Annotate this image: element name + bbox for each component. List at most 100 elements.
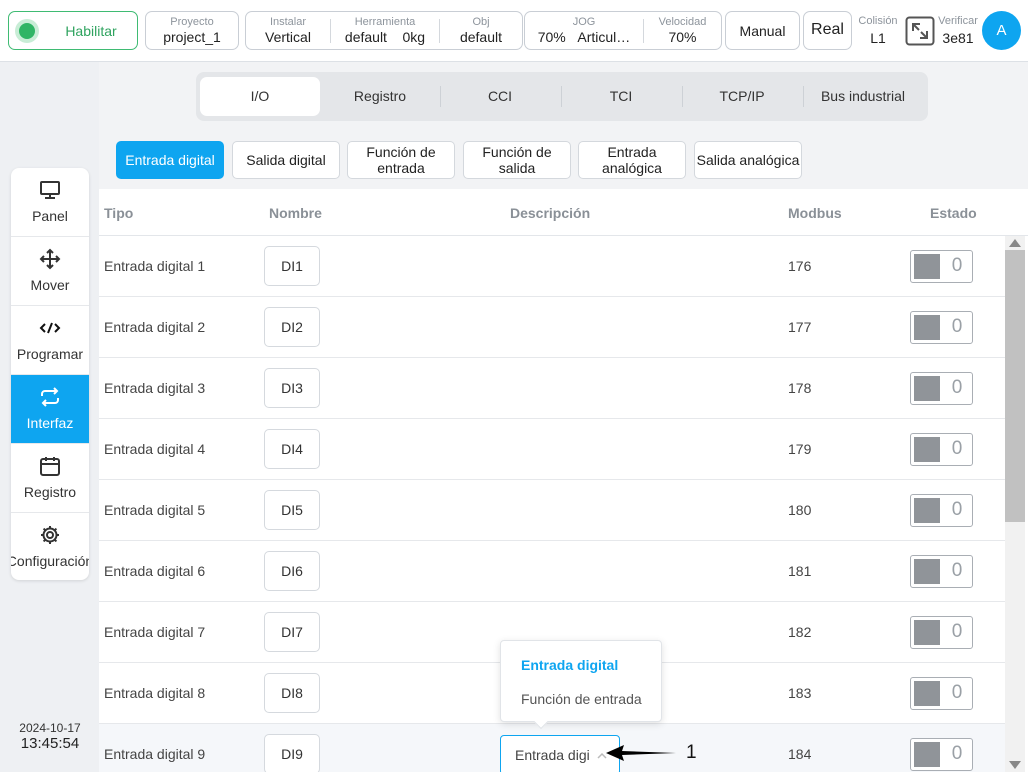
gear-icon — [41, 526, 59, 544]
code-icon — [39, 322, 61, 334]
nav-item-move[interactable]: Mover — [11, 237, 89, 306]
row-state-value: 0 — [951, 621, 963, 642]
table-row: Entrada digital 9 DI9 Entrada digi 184 0 — [99, 724, 1005, 772]
dropdown-option-input-function[interactable]: Función de entrada — [521, 691, 642, 707]
tab-cci[interactable]: CCI — [440, 77, 560, 116]
tab-io[interactable]: I/O — [200, 77, 320, 116]
tab-registro[interactable]: Registro — [320, 77, 440, 116]
scroll-thumb[interactable] — [1005, 250, 1025, 522]
scroll-up-icon[interactable] — [1009, 239, 1021, 247]
row-type: Entrada digital 6 — [104, 563, 206, 579]
row-name-field[interactable]: DI5 — [264, 490, 320, 530]
nav-label-program: Programar — [16, 346, 84, 362]
row-state-indicator: 0 — [910, 433, 973, 466]
jog-speed-box[interactable]: JOG 70% Articul… Velocidad 70% — [524, 11, 722, 50]
subtab-input-function[interactable]: Función de entrada — [347, 141, 455, 179]
row-modbus: 177 — [788, 319, 812, 335]
tab-tci[interactable]: TCI — [561, 77, 681, 116]
nav-item-settings[interactable]: Configuración — [11, 513, 89, 580]
nav-label-log: Registro — [23, 484, 77, 500]
table-row: Entrada digital 6 DI6 181 0 — [99, 541, 1005, 602]
collision-key: Colisión — [858, 15, 898, 27]
row-name-field[interactable]: DI2 — [264, 307, 320, 347]
row-name-field[interactable]: DI9 — [264, 734, 320, 772]
row-modbus: 176 — [788, 258, 812, 274]
nav-label-settings: Configuración — [11, 553, 89, 569]
row-state-value: 0 — [951, 255, 963, 276]
header-modbus: Modbus — [788, 205, 842, 221]
power-status-icon — [15, 19, 39, 43]
row-name-field[interactable]: DI6 — [264, 551, 320, 591]
row-name-field[interactable]: DI4 — [264, 429, 320, 469]
subtabs-area: Entrada digital Salida digital Función d… — [99, 132, 1028, 189]
main-panel: I/O Registro CCI TCI TCP/IP Bus industri… — [99, 62, 1028, 772]
row-modbus: 182 — [788, 624, 812, 640]
row-name-field[interactable]: DI8 — [264, 673, 320, 713]
row-type: Entrada digital 9 — [104, 746, 206, 762]
verify-value: 3e81 — [942, 30, 974, 46]
annotation-label: 1 — [686, 742, 697, 763]
row-type: Entrada digital 7 — [104, 624, 206, 640]
row-state-indicator: 0 — [910, 372, 973, 405]
avatar[interactable]: A — [982, 11, 1021, 50]
project-box[interactable]: Proyecto project_1 — [145, 11, 239, 50]
swap-icon — [41, 387, 59, 407]
row-state-indicator: 0 — [910, 677, 973, 710]
row-type: Entrada digital 5 — [104, 502, 206, 518]
real-button[interactable]: Real — [803, 11, 852, 50]
tool-key: Herramienta — [354, 16, 416, 28]
project-value: project_1 — [163, 29, 221, 45]
dropdown-option-digital-input[interactable]: Entrada digital — [521, 657, 618, 673]
subtab-analog-output[interactable]: Salida analógica — [694, 141, 802, 179]
subtab-digital-output[interactable]: Salida digital — [232, 141, 340, 179]
nav-item-program[interactable]: Programar — [11, 306, 89, 375]
nav-item-panel[interactable]: Panel — [11, 168, 89, 237]
install-tool-obj-box[interactable]: Instalar Vertical Herramienta default 0k… — [245, 11, 523, 50]
row-name-field[interactable]: DI7 — [264, 612, 320, 652]
speed-value: 70% — [668, 29, 697, 45]
nav-label-interface: Interfaz — [26, 415, 74, 431]
tab-tcpip[interactable]: TCP/IP — [682, 77, 802, 116]
table-row: Entrada digital 5 DI5 180 0 — [99, 480, 1005, 541]
row-state-value: 0 — [951, 499, 963, 520]
row-state-indicator: 0 — [910, 616, 973, 649]
table-scrollbar[interactable] — [1005, 236, 1025, 772]
header-type: Tipo — [104, 205, 134, 221]
row-name-field[interactable]: DI3 — [264, 368, 320, 408]
enable-button[interactable]: Habilitar — [8, 11, 138, 50]
nav-item-log[interactable]: Registro — [11, 444, 89, 513]
nav-label-move: Mover — [30, 277, 70, 293]
collision-indicator[interactable]: Colisión L1 — [853, 15, 903, 47]
row-type: Entrada digital 4 — [104, 441, 206, 457]
nav-item-interface[interactable]: Interfaz — [11, 375, 89, 444]
scroll-down-icon[interactable] — [1009, 761, 1021, 769]
verify-indicator[interactable]: Verificar 3e81 — [934, 15, 982, 47]
expand-icon[interactable] — [905, 16, 935, 46]
description-select[interactable]: Entrada digi — [500, 735, 620, 772]
row-name-field[interactable]: DI1 — [264, 246, 320, 286]
top-bar: Habilitar Proyecto project_1 Instalar Ve… — [0, 0, 1028, 62]
table-row: Entrada digital 4 DI4 179 0 — [99, 419, 1005, 480]
collision-value: L1 — [870, 30, 886, 46]
date-display: 2024-10-17 — [19, 721, 81, 735]
subtab-digital-input[interactable]: Entrada digital — [116, 141, 224, 179]
row-modbus: 184 — [788, 746, 812, 762]
calendar-icon — [40, 457, 60, 476]
nav-label-panel: Panel — [32, 208, 68, 224]
row-state-value: 0 — [951, 316, 963, 337]
row-state-indicator: 0 — [910, 250, 973, 283]
table-row: Entrada digital 1 DI1 176 0 — [99, 236, 1005, 297]
row-state-indicator: 0 — [910, 494, 973, 527]
row-type: Entrada digital 8 — [104, 685, 206, 701]
subtab-analog-input[interactable]: Entrada analógica — [578, 141, 686, 179]
project-key: Proyecto — [170, 16, 214, 28]
row-state-value: 0 — [951, 377, 963, 398]
tab-bus-industrial[interactable]: Bus industrial — [803, 77, 923, 116]
jog-key: JOG — [572, 16, 596, 28]
manual-button[interactable]: Manual — [725, 11, 800, 50]
header-name: Nombre — [269, 205, 322, 221]
row-modbus: 178 — [788, 380, 812, 396]
verify-key: Verificar — [938, 15, 978, 27]
row-type: Entrada digital 1 — [104, 258, 206, 274]
subtab-output-function[interactable]: Función de salida — [463, 141, 571, 179]
